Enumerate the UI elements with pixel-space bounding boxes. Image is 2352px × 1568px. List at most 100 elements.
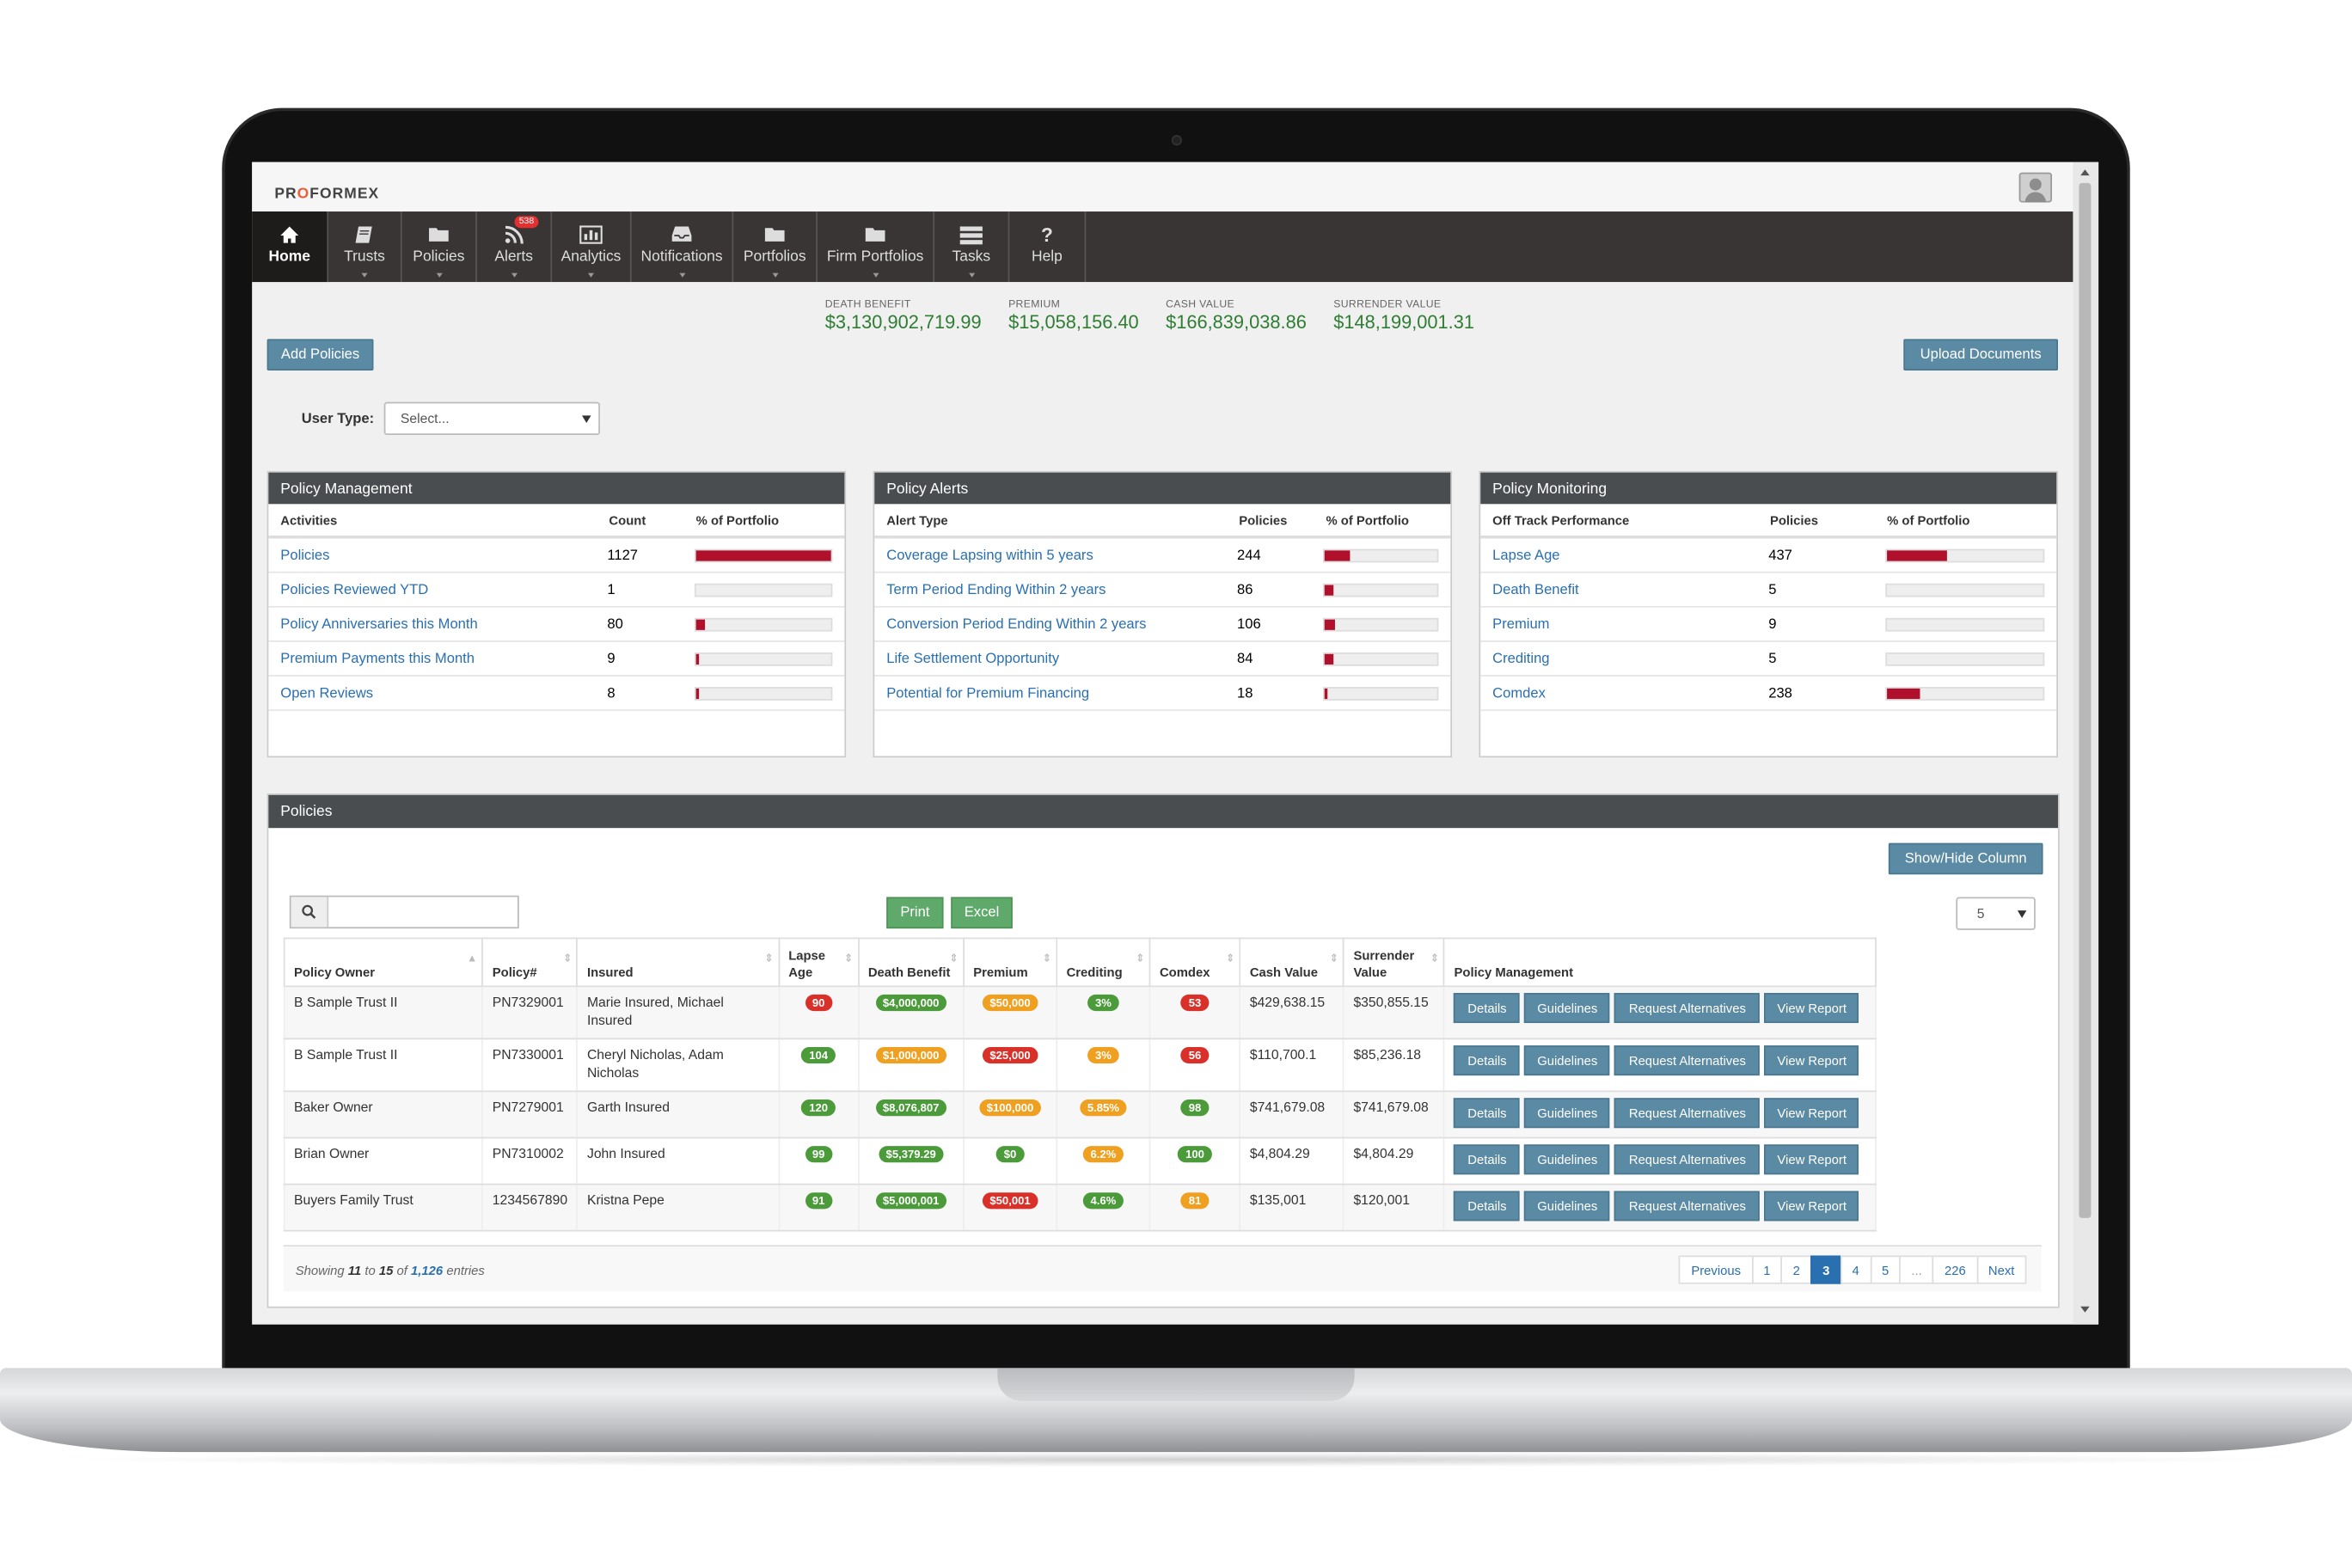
nav-alerts[interactable]: Alerts 538 xyxy=(477,211,553,283)
panel-link-death-benefit[interactable]: Death Benefit xyxy=(1492,581,1768,597)
user-avatar[interactable] xyxy=(2018,172,2053,203)
page-4[interactable]: 4 xyxy=(1840,1255,1871,1284)
column-header-policy-owner[interactable]: Policy Owner ▲ xyxy=(283,937,484,988)
progress-bar xyxy=(694,582,833,597)
scroll-up-icon[interactable] xyxy=(2080,169,2090,176)
death-benefit-cell-badge: $4,000,000 xyxy=(875,994,947,1012)
panel-link-policy-anniversaries-this-month[interactable]: Policy Anniversaries this Month xyxy=(280,616,607,632)
list-item: Policies 1127 xyxy=(268,538,845,573)
progress-bar xyxy=(1884,652,2045,665)
lapse-age-cell-badge: 104 xyxy=(801,1046,836,1064)
view-report-button[interactable]: View Report xyxy=(1764,1098,1859,1129)
stat-surrender-value: SURRENDER VALUE $148,199,001.31 xyxy=(1333,300,1474,333)
guidelines-button[interactable]: Guidelines xyxy=(1524,993,1611,1024)
column-header: % of Portfolio xyxy=(1326,511,1409,528)
column-header-comdex[interactable]: Comdex ⇕ xyxy=(1148,937,1241,988)
panel-link-policies[interactable]: Policies xyxy=(280,547,607,563)
page-1[interactable]: 1 xyxy=(1751,1255,1783,1284)
panel-link-lapse-age[interactable]: Lapse Age xyxy=(1492,547,1768,563)
guidelines-button[interactable]: Guidelines xyxy=(1524,1098,1611,1129)
guidelines-button[interactable]: Guidelines xyxy=(1524,1045,1611,1076)
panel-link-policies-reviewed-ytd[interactable]: Policies Reviewed YTD xyxy=(280,581,607,597)
view-report-button[interactable]: View Report xyxy=(1764,1144,1859,1175)
page-previous[interactable]: Previous xyxy=(1679,1255,1754,1284)
request-alternatives-button[interactable]: Request Alternatives xyxy=(1614,1045,1761,1076)
folder-icon xyxy=(864,224,886,244)
column-header-policy-management[interactable]: Policy Management xyxy=(1443,937,1877,988)
page-next[interactable]: Next xyxy=(1975,1255,2027,1284)
column-header-surrender-value[interactable]: Surrender Value ⇕ xyxy=(1343,937,1446,988)
guidelines-button[interactable]: Guidelines xyxy=(1524,1144,1611,1175)
column-header-death-benefit[interactable]: Death Benefit ⇕ xyxy=(857,937,965,988)
nav-trusts[interactable]: Trusts xyxy=(328,211,402,283)
progress-bar xyxy=(1884,617,2045,631)
request-alternatives-button[interactable]: Request Alternatives xyxy=(1614,1191,1761,1222)
request-alternatives-button[interactable]: Request Alternatives xyxy=(1614,1144,1761,1175)
nav-policies[interactable]: Policies xyxy=(402,211,477,283)
column-header-lapse-age[interactable]: Lapse Age ⇕ xyxy=(777,937,860,988)
nav-tasks[interactable]: Tasks xyxy=(934,211,1010,283)
panel-link-crediting[interactable]: Crediting xyxy=(1492,650,1768,666)
cash-value-cell-text: $135,001 xyxy=(1249,1192,1307,1208)
panel-link-open-reviews[interactable]: Open Reviews xyxy=(280,685,607,701)
nav-portfolios[interactable]: Portfolios xyxy=(733,211,818,283)
panel-header-row: Activities Count % of Portfolio xyxy=(268,504,845,539)
chevron-down-icon xyxy=(511,273,518,278)
user-type-select[interactable]: Select... xyxy=(383,401,600,436)
action-group: Details Guidelines Request Alternatives Vie… xyxy=(1454,1045,1866,1076)
show-hide-column-button[interactable]: Show/Hide Column xyxy=(1888,842,2043,875)
column-header-crediting[interactable]: Crediting ⇕ xyxy=(1056,937,1151,988)
column-header-policy-[interactable]: Policy# ⇕ xyxy=(481,937,579,988)
panel-link-conversion-period-ending-within-2-years[interactable]: Conversion Period Ending Within 2 years xyxy=(886,616,1237,632)
details-button[interactable]: Details xyxy=(1454,1144,1521,1175)
page-5[interactable]: 5 xyxy=(1870,1255,1902,1284)
cash-value-cell: $4,804.29 xyxy=(1239,1137,1344,1185)
add-policies-button[interactable]: Add Policies xyxy=(266,339,374,371)
column-header: Activities xyxy=(280,511,338,528)
request-alternatives-button[interactable]: Request Alternatives xyxy=(1614,1098,1761,1129)
crediting-cell-badge: 4.6% xyxy=(1082,1192,1124,1210)
panel-link-comdex[interactable]: Comdex xyxy=(1492,685,1768,701)
nav-analytics[interactable]: Analytics xyxy=(552,211,632,283)
details-button[interactable]: Details xyxy=(1454,1191,1521,1222)
header-label: Death Benefit xyxy=(867,964,951,980)
upload-documents-button[interactable]: Upload Documents xyxy=(1903,339,2059,371)
panel-link-premium-payments-this-month[interactable]: Premium Payments this Month xyxy=(280,650,607,666)
nav-help[interactable]: ? Help xyxy=(1009,211,1087,283)
panel-link-life-settlement-opportunity[interactable]: Life Settlement Opportunity xyxy=(886,650,1237,666)
scroll-down-icon[interactable] xyxy=(2080,1306,2090,1313)
view-report-button[interactable]: View Report xyxy=(1764,1191,1859,1222)
column-header-insured[interactable]: Insured ⇕ xyxy=(576,937,780,988)
page-2[interactable]: 2 xyxy=(1780,1255,1812,1284)
scrollbar[interactable] xyxy=(2073,162,2099,1325)
laptop-stage: PROFORMEX Home Trusts Policies Alerts 538 Ana… xyxy=(0,0,2352,1567)
death-benefit-cell: $5,379.29 xyxy=(857,1137,965,1185)
top-bar: PROFORMEX xyxy=(252,162,2099,212)
details-button[interactable]: Details xyxy=(1454,1098,1521,1129)
search-input[interactable] xyxy=(289,895,519,929)
panel-link-premium[interactable]: Premium xyxy=(1492,616,1768,632)
column-header-cash-value[interactable]: Cash Value ⇕ xyxy=(1239,937,1344,988)
premium-cell-badge: $50,001 xyxy=(982,1192,1038,1210)
nav-notifications[interactable]: Notifications xyxy=(632,211,734,283)
print-button[interactable]: Print xyxy=(886,897,944,929)
page-size-select[interactable]: 5 xyxy=(1956,897,2036,930)
scroll-thumb[interactable] xyxy=(2079,182,2092,1218)
page-3[interactable]: 3 xyxy=(1810,1255,1842,1284)
panel-link-coverage-lapsing-within-5-years[interactable]: Coverage Lapsing within 5 years xyxy=(886,547,1237,563)
excel-button[interactable]: Excel xyxy=(951,897,1013,929)
details-button[interactable]: Details xyxy=(1454,993,1521,1024)
request-alternatives-button[interactable]: Request Alternatives xyxy=(1614,993,1761,1024)
nav-home[interactable]: Home xyxy=(252,211,329,283)
nav-firm-portfolios[interactable]: Firm Portfolios xyxy=(818,211,935,283)
proformex-logo[interactable]: PROFORMEX xyxy=(274,186,379,202)
comdex-cell: 81 xyxy=(1148,1184,1241,1232)
view-report-button[interactable]: View Report xyxy=(1764,993,1859,1024)
details-button[interactable]: Details xyxy=(1454,1045,1521,1076)
panel-link-term-period-ending-within-2-years[interactable]: Term Period Ending Within 2 years xyxy=(886,581,1237,597)
guidelines-button[interactable]: Guidelines xyxy=(1524,1191,1611,1222)
view-report-button[interactable]: View Report xyxy=(1764,1045,1859,1076)
panel-link-potential-for-premium-financing[interactable]: Potential for Premium Financing xyxy=(886,685,1237,701)
page-226[interactable]: 226 xyxy=(1932,1255,1978,1284)
column-header-premium[interactable]: Premium ⇕ xyxy=(962,937,1058,988)
